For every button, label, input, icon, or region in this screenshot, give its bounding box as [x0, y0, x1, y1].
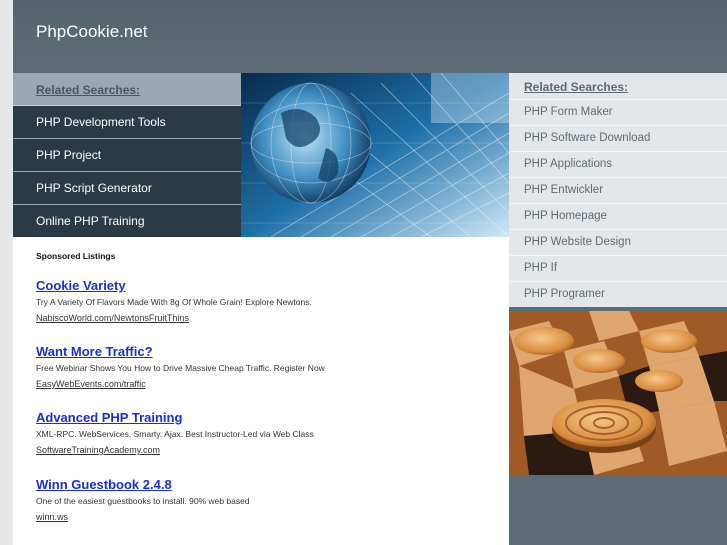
listing-title-link[interactable]: Want More Traffic?	[36, 344, 496, 359]
right-related-item[interactable]: PHP Homepage	[509, 203, 727, 229]
listing-url-link[interactable]: winn.ws	[36, 512, 496, 522]
site-title[interactable]: PhpCookie.net	[36, 22, 148, 42]
right-related-item[interactable]: PHP Programer	[509, 281, 727, 307]
right-related-item[interactable]: PHP Form Maker	[509, 99, 727, 125]
right-related-item-label: PHP If	[524, 262, 558, 274]
sponsored-listing: Want More Traffic? Free Webinar Shows Yo…	[36, 344, 496, 389]
left-related-item[interactable]: Online PHP Training	[13, 205, 241, 237]
right-related-item[interactable]: PHP If	[509, 255, 727, 281]
listing-title-link[interactable]: Advanced PHP Training	[36, 410, 496, 425]
checkers-image	[509, 311, 727, 475]
globe-grid-illustration	[241, 73, 509, 237]
hero-globe-image	[241, 73, 509, 237]
right-related-item-label: PHP Website Design	[524, 236, 631, 248]
page: PhpCookie.net Related Searches: PHP Deve…	[13, 0, 727, 545]
sponsored-listing: Cookie Variety Try A Variety Of Flavors …	[36, 278, 496, 323]
left-related-item-label: PHP Script Generator	[36, 181, 152, 195]
listing-description: XML-RPC. WebServices. Smarty. Ajax. Best…	[36, 429, 314, 439]
checkers-board-illustration	[509, 311, 727, 475]
left-related-heading[interactable]: Related Searches:	[36, 83, 140, 97]
right-related-item-label: PHP Applications	[524, 158, 613, 170]
listing-description: Try A Variety Of Flavors Made With 8g Of…	[36, 297, 312, 307]
left-related-item[interactable]: PHP Script Generator	[13, 172, 241, 205]
right-related-item[interactable]: PHP Website Design	[509, 229, 727, 255]
listing-description: One of the easiest guestbooks to install…	[36, 496, 250, 506]
left-related-item[interactable]: PHP Development Tools	[13, 106, 241, 139]
right-related-item[interactable]: PHP Applications	[509, 151, 727, 177]
right-related-searches: Related Searches: PHP Form Maker PHP Sof…	[509, 73, 727, 545]
sponsored-listing: Winn Guestbook 2.4.8 One of the easiest …	[36, 477, 496, 522]
right-related-item[interactable]: PHP Entwickler	[509, 177, 727, 203]
left-related-item-label: PHP Development Tools	[36, 115, 166, 129]
header: PhpCookie.net	[13, 0, 727, 73]
left-related-item[interactable]: PHP Project	[13, 139, 241, 172]
right-related-heading[interactable]: Related Searches:	[524, 80, 628, 94]
listing-title-link[interactable]: Winn Guestbook 2.4.8	[36, 477, 496, 492]
listing-url-link[interactable]: NabiscoWorld.com/NewtonsFruitThins	[36, 313, 496, 323]
right-related-item-label: PHP Entwickler	[524, 184, 604, 196]
left-related-heading-bar: Related Searches:	[13, 73, 241, 106]
right-related-item[interactable]: PHP Software Download	[509, 125, 727, 151]
listing-url-link[interactable]: SoftwareTrainingAcademy.com	[36, 445, 496, 455]
right-related-heading-bar: Related Searches:	[509, 73, 727, 99]
listing-url-link[interactable]: EasyWebEvents.com/traffic	[36, 379, 496, 389]
right-related-item-label: PHP Homepage	[524, 210, 607, 222]
sponsored-listing: Advanced PHP Training XML-RPC. WebServic…	[36, 410, 496, 455]
right-related-item-label: PHP Software Download	[524, 132, 651, 144]
left-related-item-label: Online PHP Training	[36, 214, 145, 228]
right-related-item-label: PHP Programer	[524, 288, 605, 300]
listing-description: Free Webinar Shows You How to Drive Mass…	[36, 363, 325, 373]
left-related-searches: Related Searches: PHP Development Tools …	[13, 73, 241, 237]
sponsored-listings-heading: Sponsored Listings	[36, 251, 116, 261]
right-related-item-label: PHP Form Maker	[524, 106, 613, 118]
listing-title-link[interactable]: Cookie Variety	[36, 278, 496, 293]
left-related-item-label: PHP Project	[36, 148, 102, 162]
